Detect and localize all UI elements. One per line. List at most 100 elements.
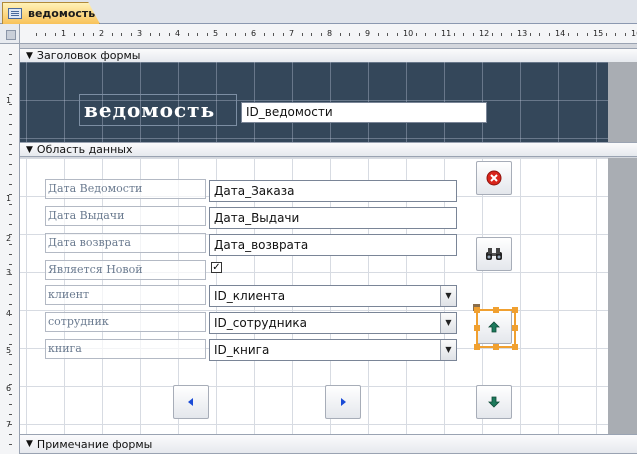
document-tab-strip: ведомость xyxy=(0,0,637,24)
ruler-tick xyxy=(9,424,12,425)
ruler-number: 10 xyxy=(403,29,414,38)
form-footer-section-bar[interactable]: ▼ Примечание формы xyxy=(20,434,637,454)
field-return-date[interactable]: Дата_возврата xyxy=(209,234,457,256)
ruler-tick xyxy=(282,33,284,36)
next-record-button[interactable] xyxy=(325,385,361,419)
ruler-tick xyxy=(9,164,12,165)
label-date-issue[interactable]: Дата Выдачи xyxy=(45,206,206,226)
form-header-area[interactable]: ведомость ID_ведомости xyxy=(20,62,608,142)
ruler-tick xyxy=(425,33,426,36)
label-date-statement[interactable]: Дата Ведомости xyxy=(45,179,206,199)
label-date-return[interactable]: Дата возврата xyxy=(45,233,206,253)
chevron-down-icon[interactable]: ▼ xyxy=(440,313,456,333)
field-issue-date[interactable]: Дата_Выдачи xyxy=(209,207,457,229)
ruler-tick xyxy=(387,33,388,36)
form-header-section-bar[interactable]: ▼ Заголовок формы xyxy=(20,48,637,63)
ruler-tick xyxy=(273,33,274,36)
combo-client[interactable]: ID_клиента ▼ xyxy=(209,285,457,307)
ruler-tick xyxy=(9,274,12,275)
form-selector[interactable] xyxy=(0,24,20,44)
vertical-ruler[interactable]: 11234567 xyxy=(0,44,20,454)
id-field[interactable]: ID_ведомости xyxy=(241,102,487,123)
ruler-number: 14 xyxy=(555,29,566,38)
ruler-tick xyxy=(9,144,12,145)
ruler-tick xyxy=(83,33,84,36)
ruler-tick xyxy=(54,33,56,36)
detail-area[interactable]: Дата Ведомости Дата Выдачи Дата возврата… xyxy=(20,158,608,434)
ruler-number: 5 xyxy=(213,29,219,38)
ruler-tick xyxy=(9,354,12,355)
ruler-tick xyxy=(9,294,12,295)
resize-handle[interactable] xyxy=(493,307,499,313)
form-title-label[interactable]: ведомость xyxy=(79,94,237,126)
ruler-tick xyxy=(396,33,398,36)
ruler-tick xyxy=(9,444,12,445)
ruler-tick xyxy=(9,214,12,215)
ruler-tick xyxy=(168,33,170,36)
ruler-number: 1 xyxy=(61,29,67,38)
ruler-tick xyxy=(472,33,474,36)
detail-section-bar[interactable]: ▼ Область данных xyxy=(20,142,637,157)
form-tab[interactable]: ведомость xyxy=(2,2,100,24)
ruler-tick xyxy=(9,224,12,225)
resize-handle[interactable] xyxy=(474,325,480,331)
is-new-checkbox[interactable]: ✓ xyxy=(211,262,222,273)
ruler-tick xyxy=(615,33,616,36)
resize-handle[interactable] xyxy=(493,344,499,350)
find-button[interactable] xyxy=(476,237,512,271)
close-icon xyxy=(486,170,502,186)
ruler-tick xyxy=(320,33,322,36)
chevron-down-icon[interactable]: ▼ xyxy=(440,286,456,306)
ruler-tick xyxy=(510,33,512,36)
ruler-tick xyxy=(149,33,151,36)
arrow-left-icon xyxy=(188,398,193,406)
combo-employee[interactable]: ID_сотрудника ▼ xyxy=(209,312,457,334)
ruler-tick xyxy=(206,33,208,36)
move-down-button[interactable] xyxy=(476,385,512,419)
combo-book[interactable]: ID_книга ▼ xyxy=(209,339,457,361)
field-order-date[interactable]: Дата_Заказа xyxy=(209,180,457,202)
form-icon xyxy=(8,8,22,19)
close-button[interactable] xyxy=(476,161,512,195)
chevron-down-icon[interactable]: ▼ xyxy=(440,340,456,360)
ruler-tick xyxy=(311,33,312,36)
label-employee[interactable]: сотрудник xyxy=(45,312,206,332)
previous-record-button[interactable] xyxy=(173,385,209,419)
ruler-tick xyxy=(235,33,236,36)
ruler-tick xyxy=(9,194,12,195)
ruler-tick xyxy=(244,33,246,36)
label-is-new[interactable]: Является Новой xyxy=(45,260,206,280)
combo-value: ID_клиента xyxy=(214,289,286,303)
resize-handle[interactable] xyxy=(474,344,480,350)
ruler-tick xyxy=(9,344,12,345)
ruler-tick xyxy=(9,404,12,405)
ruler-tick xyxy=(197,33,198,36)
ruler-tick xyxy=(9,434,12,435)
ruler-tick xyxy=(463,33,464,36)
resize-handle[interactable] xyxy=(474,307,480,313)
ruler-tick xyxy=(9,384,12,385)
ruler-tick xyxy=(377,33,379,36)
horizontal-ruler[interactable]: 12345678910111213141516 xyxy=(20,24,637,44)
ruler-tick xyxy=(586,33,588,36)
ruler-tick xyxy=(35,33,37,36)
label-book[interactable]: книга xyxy=(45,339,206,359)
ruler-tick xyxy=(9,364,12,365)
combo-value: ID_книга xyxy=(214,343,270,357)
ruler-tick xyxy=(9,324,12,325)
resize-handle[interactable] xyxy=(512,325,518,331)
combo-value: ID_сотрудника xyxy=(214,316,307,330)
resize-handle[interactable] xyxy=(512,307,518,313)
ruler-tick xyxy=(9,254,12,255)
resize-handle[interactable] xyxy=(512,344,518,350)
label-client[interactable]: клиент xyxy=(45,285,206,305)
ruler-number: 2 xyxy=(99,29,105,38)
ruler-tick xyxy=(9,414,12,415)
ruler-tick xyxy=(9,184,12,185)
ruler-tick xyxy=(9,174,12,175)
binoculars-icon xyxy=(486,248,502,260)
ruler-number: 15 xyxy=(593,29,604,38)
section-arrow-icon: ▼ xyxy=(26,144,33,155)
ruler-tick xyxy=(491,33,493,36)
ruler-number: 11 xyxy=(441,29,452,38)
